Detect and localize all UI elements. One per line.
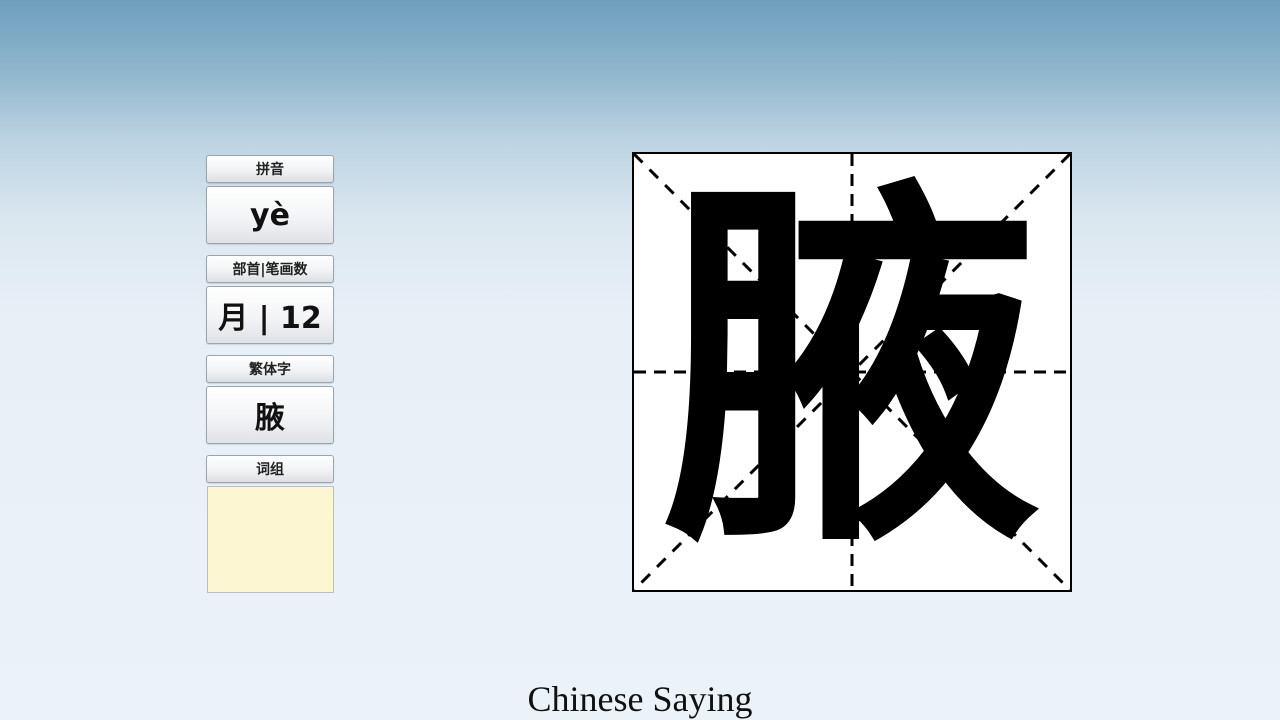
pinyin-label-button[interactable]: 拼音 — [206, 155, 334, 183]
character-writing-grid: 腋 — [632, 152, 1072, 592]
traditional-value-box: 腋 — [206, 386, 334, 444]
radical-strokes-value-box: 月 | 12 — [206, 286, 334, 344]
caption-text: Chinese Saying — [527, 679, 753, 719]
words-text-area[interactable] — [207, 486, 334, 593]
pinyin-value-box: yè — [206, 186, 334, 244]
words-label-button[interactable]: 词组 — [206, 455, 334, 483]
large-character: 腋 — [662, 152, 1042, 592]
radical-strokes-label-button[interactable]: 部首|笔画数 — [206, 255, 334, 283]
traditional-label-button[interactable]: 繁体字 — [206, 355, 334, 383]
